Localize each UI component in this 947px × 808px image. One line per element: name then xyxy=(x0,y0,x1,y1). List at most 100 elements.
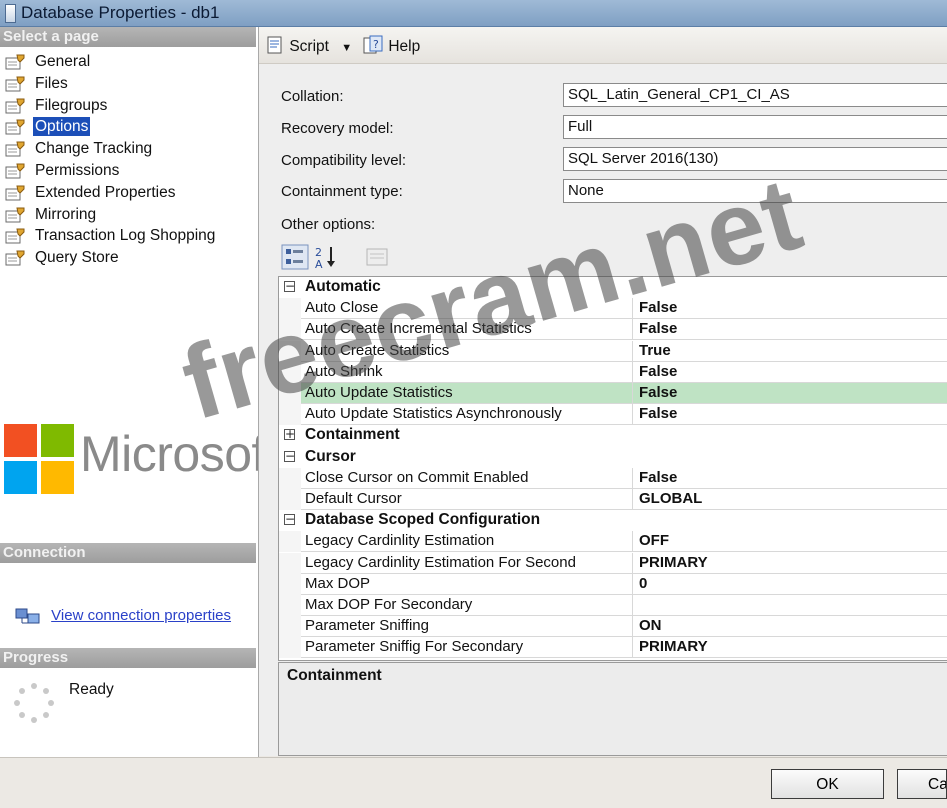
logo-square xyxy=(4,461,37,494)
sort-alphabetical-icon[interactable]: 2 A xyxy=(312,244,340,270)
options-property-grid: − Automatic Auto Close False Auto Create Inc… xyxy=(278,276,947,661)
collapse-icon[interactable]: − xyxy=(284,450,295,462)
help-button[interactable]: ? Help xyxy=(362,35,420,56)
view-connection-properties-link[interactable]: View connection properties xyxy=(51,607,231,624)
grid-gutter xyxy=(279,404,301,426)
grid-gutter xyxy=(279,616,301,638)
property-value[interactable]: False xyxy=(633,383,947,404)
dialog-footer: OK Cancel xyxy=(0,757,947,808)
property-name: Max DOP xyxy=(301,573,633,595)
property-value[interactable]: PRIMARY xyxy=(633,637,947,659)
property-value[interactable]: True xyxy=(633,341,947,362)
cancel-button[interactable]: Cancel xyxy=(897,769,947,799)
grid-property-row[interactable]: Close Cursor on Commit Enabled False xyxy=(279,467,947,489)
page-item-label: Query Store xyxy=(35,249,119,267)
property-value[interactable]: False xyxy=(633,298,947,320)
grid-gutter xyxy=(279,637,301,659)
grid-gutter xyxy=(279,489,301,510)
toolbar: Script ▼ ? Help xyxy=(259,27,947,64)
page-item-extended-properties[interactable]: Extended Properties xyxy=(0,182,256,204)
options-content: Collation: SQL_Latin_General_CP1_CI_AS R… xyxy=(259,64,947,756)
property-value[interactable]: 0 xyxy=(633,574,947,595)
compatibility-level-label: Compatibility level: xyxy=(281,152,407,169)
grid-property-row[interactable]: Parameter Sniffig For Secondary PRIMARY xyxy=(279,637,947,659)
property-pages-icon[interactable] xyxy=(363,244,391,270)
categorized-view-icon[interactable] xyxy=(281,244,309,270)
page-item-query-store[interactable]: Query Store xyxy=(0,247,256,269)
script-label: Script xyxy=(289,38,329,55)
grid-category-database-scoped-configuration[interactable]: − Database Scoped Configuration xyxy=(279,510,947,532)
expand-icon[interactable]: + xyxy=(284,428,295,441)
grid-property-row[interactable]: Auto Create Statistics True xyxy=(279,340,947,362)
connection-icon xyxy=(15,608,40,624)
svg-text:A: A xyxy=(315,258,323,270)
property-value[interactable] xyxy=(633,595,947,616)
script-button[interactable]: Script ▼ xyxy=(265,35,352,56)
grid-property-row[interactable]: Default Cursor GLOBAL xyxy=(279,489,947,510)
grid-property-row[interactable]: Max DOP For Secondary xyxy=(279,595,947,616)
page-item-change-tracking[interactable]: Change Tracking xyxy=(0,138,256,160)
property-value[interactable]: False xyxy=(633,319,947,341)
grid-category-cursor[interactable]: − Cursor xyxy=(279,446,947,468)
grid-property-row[interactable]: Legacy Cardinlity Estimation OFF xyxy=(279,531,947,553)
grid-property-row[interactable]: Max DOP 0 xyxy=(279,573,947,595)
grid-property-row[interactable]: Auto Create Incremental Statistics False xyxy=(279,319,947,341)
page-wrench-icon xyxy=(5,119,25,135)
logo-text: Microsoft xyxy=(80,426,258,482)
page-item-mirroring[interactable]: Mirroring xyxy=(0,204,256,226)
window-title: Database Properties - db1 xyxy=(21,3,220,22)
page-item-options[interactable]: Options xyxy=(0,116,256,138)
grid-gutter xyxy=(279,595,301,616)
property-name: Close Cursor on Commit Enabled xyxy=(301,467,633,489)
collapse-icon[interactable]: − xyxy=(284,513,295,526)
containment-type-field[interactable]: None xyxy=(563,179,947,203)
property-value[interactable]: GLOBAL xyxy=(633,489,947,510)
property-value[interactable]: False xyxy=(633,362,947,383)
property-value[interactable]: ON xyxy=(633,616,947,638)
page-wrench-icon xyxy=(5,98,25,114)
connection-link-row[interactable]: View connection properties xyxy=(15,607,231,625)
grid-property-row[interactable]: Auto Close False xyxy=(279,298,947,320)
page-item-transaction-log-shopping[interactable]: Transaction Log Shopping xyxy=(0,225,256,247)
compatibility-level-field[interactable]: SQL Server 2016(130) xyxy=(563,147,947,171)
page-item-files[interactable]: Files xyxy=(0,73,256,95)
page-item-label: Extended Properties xyxy=(35,183,176,201)
collapse-icon[interactable]: − xyxy=(284,280,295,292)
grid-property-row[interactable]: Auto Update Statistics Asynchronously Fal… xyxy=(279,404,947,426)
help-label: Help xyxy=(388,38,421,55)
property-name: Auto Update Statistics Asynchronously xyxy=(301,404,633,426)
grid-property-row[interactable]: Auto Shrink False xyxy=(279,361,947,383)
recovery-model-label: Recovery model: xyxy=(281,120,394,137)
microsoft-logo-icon xyxy=(4,424,74,494)
property-name: Legacy Cardinlity Estimation xyxy=(301,531,633,553)
property-value[interactable]: False xyxy=(633,468,947,489)
page-item-permissions[interactable]: Permissions xyxy=(0,160,256,182)
other-options-label: Other options: xyxy=(281,216,376,233)
grid-gutter xyxy=(279,383,301,404)
grid-category-label: Automatic xyxy=(305,278,381,295)
property-name: Parameter Sniffing xyxy=(301,616,633,638)
grid-property-row[interactable]: Legacy Cardinlity Estimation For Second P… xyxy=(279,552,947,574)
page-item-general[interactable]: General xyxy=(0,51,256,73)
progress-header: Progress xyxy=(0,648,256,668)
property-value[interactable]: False xyxy=(633,404,947,426)
grid-category-containment[interactable]: + Containment xyxy=(279,425,947,447)
collation-field[interactable]: SQL_Latin_General_CP1_CI_AS xyxy=(563,83,947,107)
ok-button[interactable]: OK xyxy=(771,769,884,799)
grid-property-row[interactable]: Auto Update Statistics False xyxy=(279,383,947,404)
chevron-down-icon[interactable]: ▼ xyxy=(341,42,352,54)
grid-category-automatic[interactable]: − Automatic xyxy=(279,277,947,298)
page-wrench-icon xyxy=(5,207,25,223)
recovery-model-field[interactable]: Full xyxy=(563,115,947,139)
property-value[interactable]: OFF xyxy=(633,531,947,553)
grid-property-row[interactable]: Parameter Sniffing ON xyxy=(279,616,947,638)
grid-gutter xyxy=(279,298,301,320)
logo-square xyxy=(4,424,37,457)
property-value[interactable]: PRIMARY xyxy=(633,553,947,574)
help-icon: ? xyxy=(363,35,383,54)
description-title: Containment xyxy=(287,667,382,684)
grid-gutter xyxy=(279,340,301,362)
page-item-label: Change Tracking xyxy=(35,140,153,158)
page-item-label: Permissions xyxy=(35,161,120,179)
page-item-filegroups[interactable]: Filegroups xyxy=(0,95,256,117)
